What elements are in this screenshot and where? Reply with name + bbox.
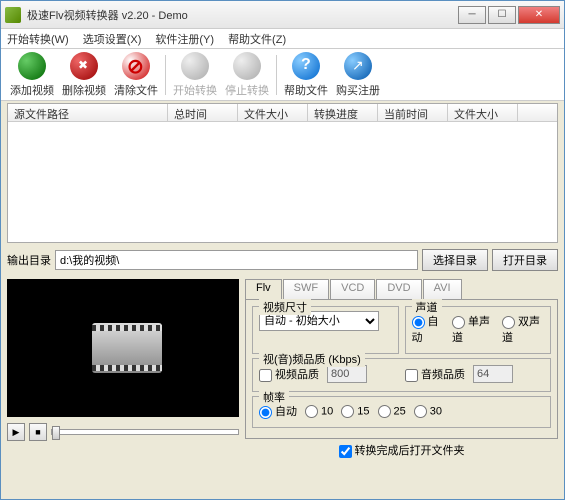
col-total-time[interactable]: 总时间 — [168, 104, 238, 121]
format-tabs: Flv SWF VCD DVD AVI — [245, 279, 558, 299]
film-icon — [92, 323, 162, 373]
fps-label: 帧率 — [259, 389, 289, 405]
audio-quality-input[interactable] — [473, 365, 513, 383]
col-source-path[interactable]: 源文件路径 — [8, 104, 168, 121]
clear-icon — [122, 52, 150, 80]
window-title: 极速Flv视频转换器 v2.20 - Demo — [27, 7, 458, 23]
maximize-button[interactable]: ☐ — [488, 6, 516, 24]
video-quality-input[interactable] — [327, 365, 367, 383]
fps-group: 帧率 ​自动 ​10 ​15 ​25 ​30 — [252, 396, 551, 428]
quality-label: 视(音)频品质 (Kbps) — [259, 351, 365, 367]
tab-swf[interactable]: SWF — [283, 279, 329, 299]
buy-register-button[interactable]: 购买注册 — [333, 50, 383, 100]
delete-icon — [70, 52, 98, 80]
menu-help[interactable]: 帮助文件(Z) — [228, 31, 286, 47]
clear-files-button[interactable]: 清除文件 — [111, 50, 161, 100]
menu-register[interactable]: 软件注册(Y) — [155, 31, 214, 47]
col-current-time[interactable]: 当前时间 — [378, 104, 448, 121]
open-dir-button[interactable]: 打开目录 — [492, 249, 558, 271]
add-icon — [18, 52, 46, 80]
fps-auto-radio[interactable]: ​自动 — [259, 403, 297, 419]
start-convert-button[interactable]: 开始转换 — [170, 50, 220, 100]
stop-convert-button[interactable]: 停止转换 — [222, 50, 272, 100]
ch-auto-radio[interactable]: ​自动 — [412, 313, 445, 345]
audio-quality-checkbox[interactable]: ​音频品质 — [405, 366, 465, 382]
menu-options[interactable]: 选项设置(X) — [83, 31, 142, 47]
tab-dvd[interactable]: DVD — [376, 279, 421, 299]
help-file-button[interactable]: 帮助文件 — [281, 50, 331, 100]
close-button[interactable]: ✕ — [518, 6, 560, 24]
minimize-button[interactable]: ─ — [458, 6, 486, 24]
menu-start[interactable]: 开始转换(W) — [7, 31, 69, 47]
app-icon — [5, 7, 21, 23]
ch-mono-radio[interactable]: ​单声道 — [452, 313, 494, 345]
slider-thumb[interactable] — [52, 426, 60, 440]
menubar: 开始转换(W) 选项设置(X) 软件注册(Y) 帮助文件(Z) — [1, 29, 564, 49]
ch-stereo-radio[interactable]: ​双声道 — [502, 313, 544, 345]
video-size-group: 视频尺寸 自动 - 初始大小 — [252, 306, 399, 354]
add-video-button[interactable]: 添加视频 — [7, 50, 57, 100]
help-icon — [292, 52, 320, 80]
stop-icon — [233, 52, 261, 80]
select-dir-button[interactable]: 选择目录 — [422, 249, 488, 271]
output-dir-input[interactable] — [55, 250, 418, 270]
open-after-checkbox[interactable]: ​转换完成后打开文件夹 — [339, 442, 465, 458]
toolbar-separator — [165, 55, 166, 95]
output-dir-label: 输出目录 — [7, 252, 51, 268]
tab-flv[interactable]: Flv — [245, 279, 282, 299]
col-progress[interactable]: 转换进度 — [308, 104, 378, 121]
preview-play-button[interactable]: ▶ — [7, 423, 25, 441]
settings-panel: Flv SWF VCD DVD AVI 视频尺寸 自动 - 初始大小 声道 ​自… — [245, 279, 558, 461]
file-list-table[interactable]: 源文件路径 总时间 文件大小 转换进度 当前时间 文件大小 — [7, 103, 558, 243]
audio-channel-label: 声道 — [412, 299, 442, 315]
tab-vcd[interactable]: VCD — [330, 279, 375, 299]
video-quality-checkbox[interactable]: ​视频品质 — [259, 366, 319, 382]
play-icon — [181, 52, 209, 80]
toolbar: 添加视频 删除视频 清除文件 开始转换 停止转换 帮助文件 购买注册 — [1, 49, 564, 101]
fps-15-radio[interactable]: ​15 — [341, 405, 369, 418]
delete-video-button[interactable]: 删除视频 — [59, 50, 109, 100]
quality-group: 视(音)频品质 (Kbps) ​视频品质 ​音频品质 — [252, 358, 551, 392]
tab-avi[interactable]: AVI — [423, 279, 462, 299]
preview-seek-slider[interactable] — [51, 429, 239, 435]
output-row: 输出目录 选择目录 打开目录 — [1, 245, 564, 275]
titlebar: 极速Flv视频转换器 v2.20 - Demo ─ ☐ ✕ — [1, 1, 564, 29]
buy-icon — [344, 52, 372, 80]
col-file-size[interactable]: 文件大小 — [238, 104, 308, 121]
table-header: 源文件路径 总时间 文件大小 转换进度 当前时间 文件大小 — [8, 104, 557, 122]
video-preview — [7, 279, 239, 417]
preview-panel: ▶ ■ — [7, 279, 239, 461]
fps-25-radio[interactable]: ​25 — [378, 405, 406, 418]
audio-channel-group: 声道 ​自动 ​单声道 ​双声道 — [405, 306, 552, 354]
toolbar-separator — [276, 55, 277, 95]
video-size-label: 视频尺寸 — [259, 299, 311, 315]
col-file-size-2[interactable]: 文件大小 — [448, 104, 518, 121]
fps-10-radio[interactable]: ​10 — [305, 405, 333, 418]
fps-30-radio[interactable]: ​30 — [414, 405, 442, 418]
preview-stop-button[interactable]: ■ — [29, 423, 47, 441]
